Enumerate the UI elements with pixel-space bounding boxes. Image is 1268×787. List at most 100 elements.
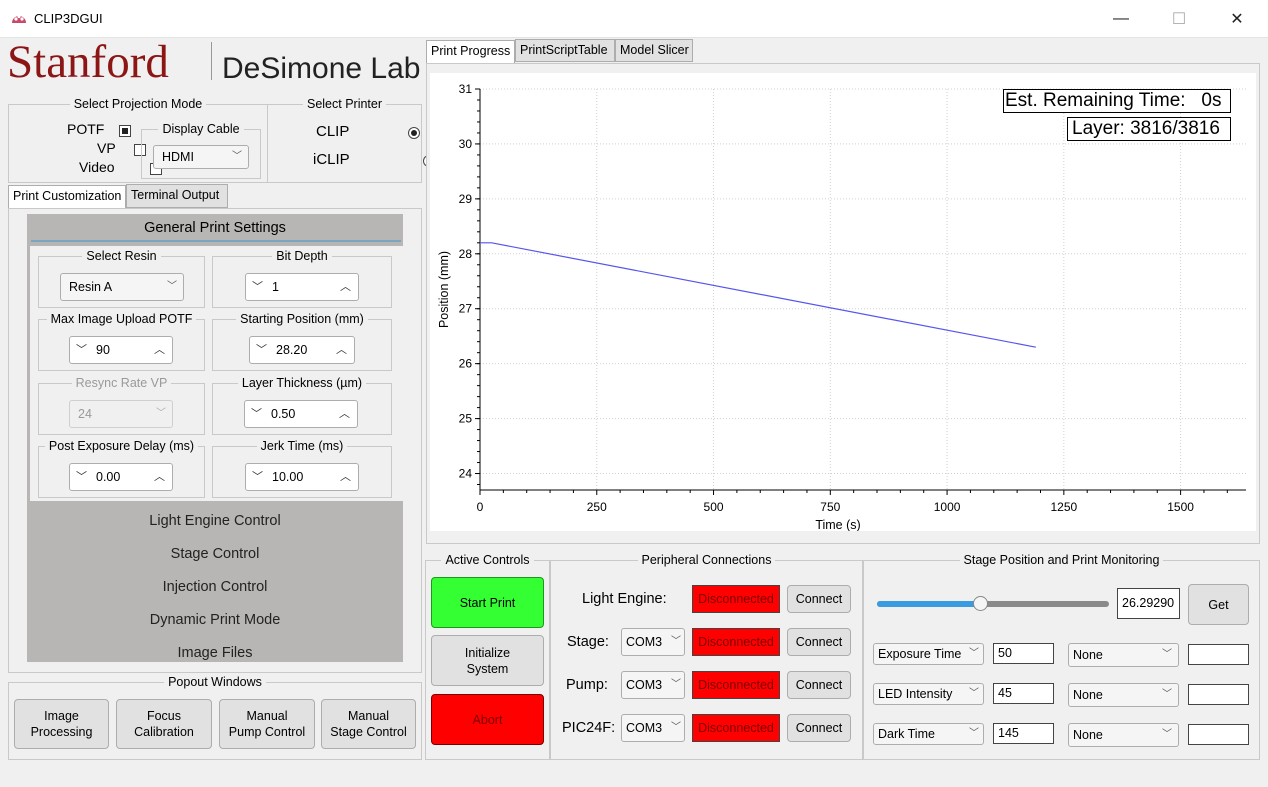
pic24f-port-value: COM3 <box>626 721 663 735</box>
clip-label: CLIP <box>316 123 350 140</box>
display-cable-value: HDMI <box>162 150 194 164</box>
stage-monitoring-title: Stage Position and Print Monitoring <box>959 553 1164 567</box>
chevron-down-icon[interactable]: ﹀ <box>76 337 87 363</box>
section-dynamic-print-mode[interactable]: Dynamic Print Mode <box>27 604 403 636</box>
abort-button[interactable]: Abort <box>431 694 544 745</box>
stage-position-field[interactable]: 26.29290 <box>1117 588 1180 619</box>
monitor-value-field-1[interactable]: 50 <box>993 643 1054 664</box>
chevron-down-icon: ﹀ <box>969 648 979 659</box>
x-tick-label: 0 <box>477 500 484 514</box>
video-label: Video <box>79 159 115 175</box>
general-settings-header[interactable]: General Print Settings <box>27 214 403 242</box>
focus-calibration-button[interactable]: Focus Calibration <box>116 699 212 749</box>
chevron-up-icon[interactable]: ︿ <box>154 337 165 363</box>
post-exposure-delay-value: 0.00 <box>96 470 121 484</box>
resin-select[interactable]: Resin A ﹀ <box>60 273 184 301</box>
light-engine-label: Light Engine: <box>582 591 667 607</box>
potf-checkbox[interactable] <box>119 124 131 137</box>
section-image-files[interactable]: Image Files <box>27 637 403 669</box>
monitor-mode-select-3[interactable]: None ﹀ <box>1068 723 1179 747</box>
close-button[interactable]: ✕ <box>1208 0 1266 38</box>
monitor-value-field-3[interactable]: 145 <box>993 723 1054 744</box>
tab-print-progress[interactable]: Print Progress <box>426 40 515 64</box>
post-exposure-delay-spinbox[interactable]: ﹀ 0.00 ︿ <box>69 463 173 491</box>
chevron-up-icon[interactable]: ︿ <box>340 464 351 490</box>
tab-model-slicer[interactable]: Model Slicer <box>615 39 693 62</box>
image-processing-button[interactable]: Image Processing <box>14 699 109 749</box>
iclip-label: iCLIP <box>313 151 350 168</box>
monitor-param-value: LED Intensity <box>878 687 953 701</box>
section-light-engine-control[interactable]: Light Engine Control <box>27 505 403 537</box>
y-tick-label: 25 <box>459 412 473 426</box>
maximize-button[interactable]: ☐ <box>1150 0 1208 38</box>
display-cable-title: Display Cable <box>158 122 244 136</box>
chevron-down-icon: ﹀ <box>1162 649 1172 660</box>
monitor-extra-field-1[interactable] <box>1188 644 1249 665</box>
monitor-param-select-1[interactable]: Exposure Time ﹀ <box>873 643 984 665</box>
minimize-button[interactable]: — <box>1092 0 1150 38</box>
maximize-icon: ☐ <box>1171 11 1187 28</box>
light-engine-status: Disconnected <box>692 585 780 613</box>
manual-pump-control-button[interactable]: Manual Pump Control <box>219 699 315 749</box>
stage-port-select[interactable]: COM3 ﹀ <box>621 628 685 656</box>
max-image-upload-value: 90 <box>96 343 110 357</box>
chevron-down-icon[interactable]: ﹀ <box>252 464 263 490</box>
chevron-down-icon[interactable]: ﹀ <box>252 274 263 300</box>
chevron-up-icon[interactable]: ︿ <box>339 401 350 427</box>
pic24f-port-select[interactable]: COM3 ﹀ <box>621 714 685 742</box>
chevron-down-icon: ﹀ <box>1162 729 1172 740</box>
light-engine-connect-button[interactable]: Connect <box>787 585 851 613</box>
header-divider <box>31 240 401 242</box>
layer-thickness-label: Layer Thickness (µm) <box>237 376 367 390</box>
monitor-param-select-2[interactable]: LED Intensity ﹀ <box>873 683 984 705</box>
title-bar: CLIP3DGUI — ☐ ✕ <box>0 0 1268 38</box>
monitor-mode-select-2[interactable]: None ﹀ <box>1068 683 1179 707</box>
jerk-time-spinbox[interactable]: ﹀ 10.00 ︿ <box>245 463 359 491</box>
get-position-button[interactable]: Get <box>1188 584 1249 625</box>
pic24f-status: Disconnected <box>692 714 780 742</box>
stage-connect-button[interactable]: Connect <box>787 628 851 656</box>
starting-position-label: Starting Position (mm) <box>236 312 368 326</box>
clip-radio[interactable] <box>408 126 421 139</box>
initialize-system-button[interactable]: Initialize System <box>431 635 544 686</box>
start-print-button[interactable]: Start Print <box>431 577 544 628</box>
monitor-param-value: Exposure Time <box>878 647 962 661</box>
manual-stage-control-button[interactable]: Manual Stage Control <box>321 699 416 749</box>
chevron-down-icon[interactable]: ﹀ <box>251 401 262 427</box>
resync-rate-label: Resync Rate VP <box>71 376 172 390</box>
post-exposure-delay-label: Post Exposure Delay (ms) <box>44 439 199 453</box>
tab-printscripttable[interactable]: PrintScriptTable <box>515 39 615 62</box>
tab-print-customization[interactable]: Print Customization <box>8 185 126 209</box>
monitor-value-field-2[interactable]: 45 <box>993 683 1054 704</box>
bit-depth-spinbox[interactable]: ﹀ 1 ︿ <box>245 273 359 301</box>
section-stage-control[interactable]: Stage Control <box>27 538 403 570</box>
monitor-param-select-3[interactable]: Dark Time ﹀ <box>873 723 984 745</box>
monitor-mode-select-1[interactable]: None ﹀ <box>1068 643 1179 667</box>
chevron-down-icon: ﹀ <box>156 408 166 419</box>
chevron-up-icon[interactable]: ︿ <box>154 464 165 490</box>
printer-group: Select Printer <box>267 97 422 183</box>
x-tick-label: 1250 <box>1050 500 1077 514</box>
pump-connect-button[interactable]: Connect <box>787 671 851 699</box>
chevron-down-icon[interactable]: ﹀ <box>256 337 267 363</box>
section-injection-control[interactable]: Injection Control <box>27 571 403 603</box>
tab-terminal-output[interactable]: Terminal Output <box>126 184 228 208</box>
monitor-mode-value: None <box>1073 688 1103 702</box>
monitor-extra-field-2[interactable] <box>1188 684 1249 705</box>
stage-port-value: COM3 <box>626 635 663 649</box>
active-controls-title: Active Controls <box>441 553 534 567</box>
max-image-upload-spinbox[interactable]: ﹀ 90 ︿ <box>69 336 173 364</box>
pump-port-select[interactable]: COM3 ﹀ <box>621 671 685 699</box>
monitor-extra-field-3[interactable] <box>1188 724 1249 745</box>
chevron-down-icon[interactable]: ﹀ <box>76 464 87 490</box>
display-cable-select[interactable]: HDMI ﹀ <box>153 145 249 169</box>
chevron-down-icon: ﹀ <box>969 688 979 699</box>
pic24f-connect-button[interactable]: Connect <box>787 714 851 742</box>
chevron-up-icon[interactable]: ︿ <box>340 274 351 300</box>
y-tick-label: 28 <box>459 247 473 261</box>
starting-position-spinbox[interactable]: ﹀ 28.20 ︿ <box>249 336 355 364</box>
layer-thickness-spinbox[interactable]: ﹀ 0.50 ︿ <box>244 400 358 428</box>
bit-depth-value: 1 <box>272 280 279 294</box>
resin-value: Resin A <box>69 280 113 294</box>
chevron-up-icon[interactable]: ︿ <box>336 337 347 363</box>
